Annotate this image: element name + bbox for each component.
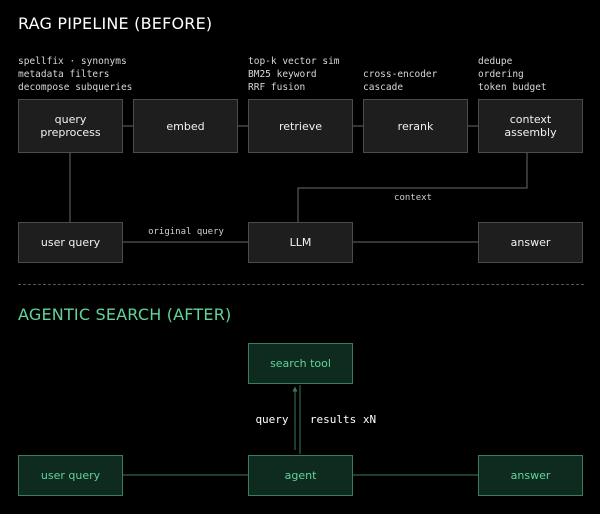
assembly-notes: dedupe ordering token budget [478,55,547,94]
node-llm: LLM [248,222,353,263]
assembly-note-1: dedupe [478,56,513,67]
edge-label-context: context [391,193,435,203]
node-search-tool: search tool [248,343,353,384]
retrieve-note-3: RRF fusion [248,82,306,93]
edge-assembly-llm-context [297,153,528,222]
preprocess-note-1: spellfix · synonyms [18,56,127,67]
preprocess-note-2: metadata filters [18,69,110,80]
rerank-note-1: cross-encoder [363,69,438,80]
node-agent: agent [248,455,353,496]
node-user-query-before: user query [18,222,123,263]
node-query-preprocess: query preprocess [18,99,123,153]
retrieve-note-2: BM25 keyword [248,69,317,80]
rerank-notes: cross-encoder cascade [363,68,437,94]
node-embed: embed [133,99,238,153]
retrieve-note-1: top-k vector sim [248,56,340,67]
assembly-note-2: ordering [478,69,524,80]
after-title: AGENTIC SEARCH (AFTER) [18,305,232,324]
retrieve-notes: top-k vector sim BM25 keyword RRF fusion [248,55,340,94]
node-answer-before: answer [478,222,583,263]
rerank-note-2: cascade [363,82,404,93]
node-user-query-after: user query [18,455,123,496]
edge-label-original-query: original query [145,227,227,237]
node-context-assembly: context assembly [478,99,583,153]
edge-label-query: query [255,413,289,426]
assembly-note-3: token budget [478,82,547,93]
node-retrieve: retrieve [248,99,353,153]
edge-label-results: results xN [309,413,377,426]
preprocess-note-3: decompose subqueries [18,82,133,93]
node-answer-after: answer [478,455,583,496]
preprocess-notes: spellfix · synonyms metadata filters dec… [18,55,132,94]
section-divider [18,284,584,285]
node-rerank: rerank [363,99,468,153]
before-title: RAG PIPELINE (BEFORE) [18,14,213,33]
